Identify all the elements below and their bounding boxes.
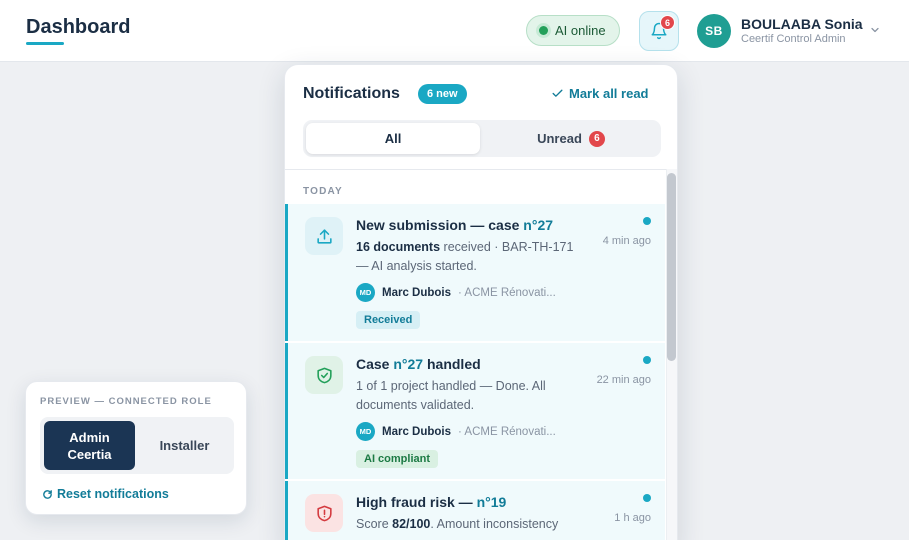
notification-item[interactable]: Case n°27 handled 1 of 1 project handled…: [285, 343, 665, 479]
notification-item[interactable]: High fraud risk — n°19 Score 82/100. Amo…: [285, 481, 665, 540]
ai-status-dot: [539, 26, 548, 35]
reset-notifications-label: Reset notifications: [57, 487, 169, 501]
shield-alert-icon-wrap: [305, 494, 343, 532]
role-admin-line1: Admin: [69, 429, 110, 445]
unread-count-badge: 6: [588, 130, 605, 147]
notification-author: MD Marc Dubois · ACME Rénovati...: [356, 283, 556, 302]
notification-body: Score 82/100. Amount inconsistency: [356, 517, 559, 531]
shield-check-icon: [316, 367, 332, 383]
author-avatar: MD: [356, 283, 375, 302]
unread-dot: [643, 217, 651, 225]
author-name: Marc Dubois: [382, 286, 452, 299]
author-org: · ACME Rénovati...: [458, 425, 556, 438]
ai-status-label: AI online: [555, 23, 606, 38]
new-count-badge: 6 new: [418, 84, 467, 104]
panel-divider: [285, 169, 677, 170]
author-org: · ACME Rénovati...: [458, 286, 556, 299]
role-switcher: Admin Ceertia Installer: [40, 417, 234, 474]
notifications-panel: Notifications 6 new Mark all read All Un…: [284, 64, 678, 540]
notification-time: 22 min ago: [596, 374, 651, 386]
ai-status-pill: AI online: [526, 15, 620, 46]
notification-title: New submission — case n°27: [356, 217, 554, 233]
user-name[interactable]: BOULAABA Sonia: [741, 16, 863, 32]
status-tag-received: Received: [356, 311, 421, 329]
case-number: n°19: [476, 494, 507, 510]
notification-tabs: All Unread 6: [303, 120, 661, 157]
role-installer-button[interactable]: Installer: [139, 421, 230, 470]
author-avatar: MD: [356, 422, 375, 441]
shield-check-icon-wrap: [305, 356, 343, 394]
status-tag-ai-compliant: AI compliant: [356, 450, 439, 468]
notifications-button[interactable]: 6: [639, 11, 679, 51]
notification-body: 16 documents received · BAR-TH-171 — AI …: [356, 240, 574, 273]
tab-unread[interactable]: Unread 6: [484, 123, 658, 154]
user-avatar[interactable]: SB: [697, 14, 731, 48]
title-underline: [26, 42, 64, 45]
page-title: Dashboard: [26, 16, 131, 38]
notification-title: Case n°27 handled: [356, 356, 481, 372]
tab-unread-label: Unread: [537, 131, 582, 146]
author-name: Marc Dubois: [382, 425, 452, 438]
case-number: n°27: [523, 217, 554, 233]
role-admin-line2: Ceertia: [67, 446, 112, 462]
upload-icon: [316, 228, 332, 244]
case-number: n°27: [393, 356, 424, 372]
reset-notifications-button[interactable]: Reset notifications: [42, 487, 169, 501]
preview-label: PREVIEW — CONNECTED ROLE: [40, 396, 212, 407]
mark-all-read-label: Mark all read: [569, 86, 649, 101]
top-header: Dashboard AI online 6 SB BOULAABA Sonia …: [0, 0, 909, 62]
unread-dot: [643, 356, 651, 364]
panel-title: Notifications: [303, 85, 400, 102]
shield-alert-icon: [316, 505, 332, 521]
notification-item[interactable]: New submission — case n°27 16 documents …: [285, 204, 665, 341]
check-icon: [552, 89, 563, 97]
notification-count-badge: 6: [660, 15, 675, 30]
tab-all[interactable]: All: [306, 123, 480, 154]
mark-all-read-button[interactable]: Mark all read: [551, 86, 649, 101]
role-preview-card: PREVIEW — CONNECTED ROLE Admin Ceertia In…: [25, 381, 247, 515]
user-role: Ceertif Control Admin: [741, 33, 846, 45]
notification-time: 1 h ago: [614, 512, 651, 524]
section-label-today: TODAY: [303, 186, 343, 197]
role-admin-button[interactable]: Admin Ceertia: [44, 421, 135, 470]
refresh-icon: [43, 489, 52, 499]
unread-dot: [643, 494, 651, 502]
scrollbar-thumb[interactable]: [667, 173, 676, 361]
scrollbar[interactable]: [667, 173, 676, 363]
notification-title: High fraud risk — n°19: [356, 494, 507, 510]
notification-time: 4 min ago: [602, 235, 651, 247]
notification-author: MD Marc Dubois · ACME Rénovati...: [356, 422, 556, 441]
chevron-down-icon[interactable]: [869, 24, 881, 36]
notification-body: 1 of 1 project handled — Done. All docum…: [356, 379, 546, 412]
upload-icon-wrap: [305, 217, 343, 255]
